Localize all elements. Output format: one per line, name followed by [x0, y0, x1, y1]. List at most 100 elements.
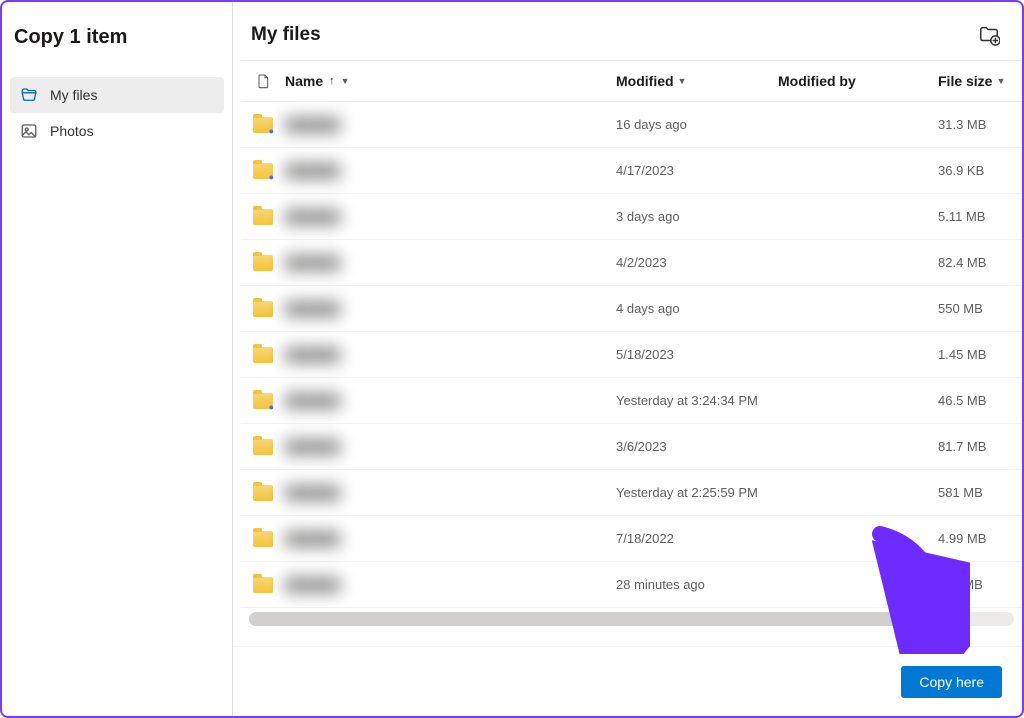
main-panel: My files Name ↑ [233, 2, 1022, 716]
table-row[interactable]: ██████28 minutes ago 168 MB [241, 562, 1022, 608]
sidebar-item-photos[interactable]: Photos [10, 113, 224, 149]
new-folder-icon [978, 24, 1000, 46]
sidebar-nav: My files Photos [2, 77, 232, 149]
row-name-cell: ██████ [285, 439, 616, 454]
chevron-down-icon: ▼ [341, 76, 350, 86]
table-header: Name ↑ ▼ Modified ▼ Modified by File siz… [241, 60, 1022, 102]
row-icon-cell [241, 393, 285, 409]
sidebar-item-label: My files [50, 87, 97, 103]
folder-icon [253, 301, 273, 317]
row-icon-cell [241, 577, 285, 593]
row-size-cell: 36.9 KB [938, 163, 1022, 178]
row-size-cell: 1.45 MB [938, 347, 1022, 362]
row-size-cell: 168 MB [938, 577, 1022, 592]
row-icon-cell [241, 301, 285, 317]
chevron-down-icon: ▼ [996, 76, 1005, 86]
table-row[interactable]: ██████3/6/2023 81.7 MB [241, 424, 1022, 470]
row-size-cell: 81.7 MB [938, 439, 1022, 454]
folder-icon [253, 485, 273, 501]
column-name-label: Name [285, 73, 323, 89]
column-size-label: File size [938, 73, 992, 89]
row-modified-cell: 4 days ago [616, 301, 778, 316]
row-modified-cell: 4/2/2023 [616, 255, 778, 270]
folder-icon [253, 255, 273, 271]
row-name-cell: ██████ [285, 255, 616, 270]
row-modified-cell: 16 days ago [616, 117, 778, 132]
row-modified-cell: Yesterday at 3:24:34 PM [616, 393, 778, 408]
row-name-cell: ██████ [285, 531, 616, 546]
row-size-cell: 82.4 MB [938, 255, 1022, 270]
copy-dialog: Copy 1 item My files [0, 0, 1024, 718]
table-row[interactable]: ██████4/2/2023 82.4 MB [241, 240, 1022, 286]
row-icon-cell [241, 439, 285, 455]
folder-icon [253, 577, 273, 593]
new-folder-button[interactable] [978, 24, 1000, 46]
folder-open-icon [20, 86, 38, 104]
row-modified-cell: Yesterday at 2:25:59 PM [616, 485, 778, 500]
horizontal-scrollbar[interactable] [249, 612, 1014, 626]
column-file-size[interactable]: File size ▼ [938, 73, 1022, 89]
row-size-cell: 581 MB [938, 485, 1022, 500]
column-name[interactable]: Name ↑ ▼ [285, 73, 616, 89]
column-type[interactable] [241, 73, 285, 89]
sidebar-item-my-files[interactable]: My files [10, 77, 224, 113]
table-row[interactable]: ██████5/18/2023 1.45 MB [241, 332, 1022, 378]
table-row[interactable]: ██████4 days ago 550 MB [241, 286, 1022, 332]
sort-asc-icon: ↑ [329, 75, 335, 87]
chevron-down-icon: ▼ [678, 76, 687, 86]
photo-icon [20, 122, 38, 140]
row-icon-cell [241, 255, 285, 271]
table-row[interactable]: ██████Yesterday at 2:25:59 PM 581 MB [241, 470, 1022, 516]
folder-icon [253, 531, 273, 547]
row-icon-cell [241, 163, 285, 179]
row-icon-cell [241, 209, 285, 225]
row-modified-cell: 28 minutes ago [616, 577, 778, 592]
row-modified-cell: 7/18/2022 [616, 531, 778, 546]
folder-icon [253, 439, 273, 455]
dialog-title: Copy 1 item [2, 10, 232, 77]
column-modified-label: Modified [616, 73, 674, 89]
row-modified-cell: 4/17/2023 [616, 163, 778, 178]
row-size-cell: 5.11 MB [938, 209, 1022, 224]
row-name-cell: ██████ [285, 209, 616, 224]
table-body: ██████16 days ago31.3 MB██████4/17/20233… [241, 102, 1022, 608]
table-row[interactable]: ██████3 days ago 5.11 MB [241, 194, 1022, 240]
row-icon-cell [241, 117, 285, 133]
column-modified[interactable]: Modified ▼ [616, 73, 778, 89]
row-size-cell: 550 MB [938, 301, 1022, 316]
table-row[interactable]: ██████4/17/2023 36.9 KB [241, 148, 1022, 194]
main-header: My files [233, 2, 1022, 60]
scrollbar-thumb[interactable] [249, 612, 922, 626]
row-name-cell: ██████ [285, 577, 616, 592]
column-modified-by[interactable]: Modified by [778, 73, 938, 89]
row-icon-cell [241, 531, 285, 547]
breadcrumb[interactable]: My files [251, 24, 321, 46]
row-modified-cell: 3/6/2023 [616, 439, 778, 454]
table-row[interactable]: ██████Yesterday at 3:24:34 PM46.5 MB [241, 378, 1022, 424]
row-modified-cell: 5/18/2023 [616, 347, 778, 362]
sidebar: Copy 1 item My files [2, 2, 233, 716]
row-name-cell: ██████ [285, 301, 616, 316]
folder-icon [253, 347, 273, 363]
sidebar-item-label: Photos [50, 123, 94, 139]
row-name-cell: ██████ [285, 485, 616, 500]
file-icon [255, 73, 271, 89]
row-icon-cell [241, 485, 285, 501]
table-row[interactable]: ██████7/18/2022 4.99 MB [241, 516, 1022, 562]
folder-icon [253, 393, 273, 409]
row-size-cell: 31.3 MB [938, 117, 1022, 132]
file-table: Name ↑ ▼ Modified ▼ Modified by File siz… [233, 60, 1022, 646]
row-icon-cell [241, 347, 285, 363]
row-name-cell: ██████ [285, 347, 616, 362]
row-name-cell: ██████ [285, 163, 616, 178]
row-name-cell: ██████ [285, 117, 616, 132]
row-size-cell: 4.99 MB [938, 531, 1022, 546]
folder-icon [253, 117, 273, 133]
folder-icon [253, 209, 273, 225]
row-modified-cell: 3 days ago [616, 209, 778, 224]
folder-icon [253, 163, 273, 179]
copy-here-button[interactable]: Copy here [901, 666, 1002, 698]
column-modified-by-label: Modified by [778, 73, 856, 89]
table-row[interactable]: ██████16 days ago 31.3 MB [241, 102, 1022, 148]
row-size-cell: 46.5 MB [938, 393, 1022, 408]
